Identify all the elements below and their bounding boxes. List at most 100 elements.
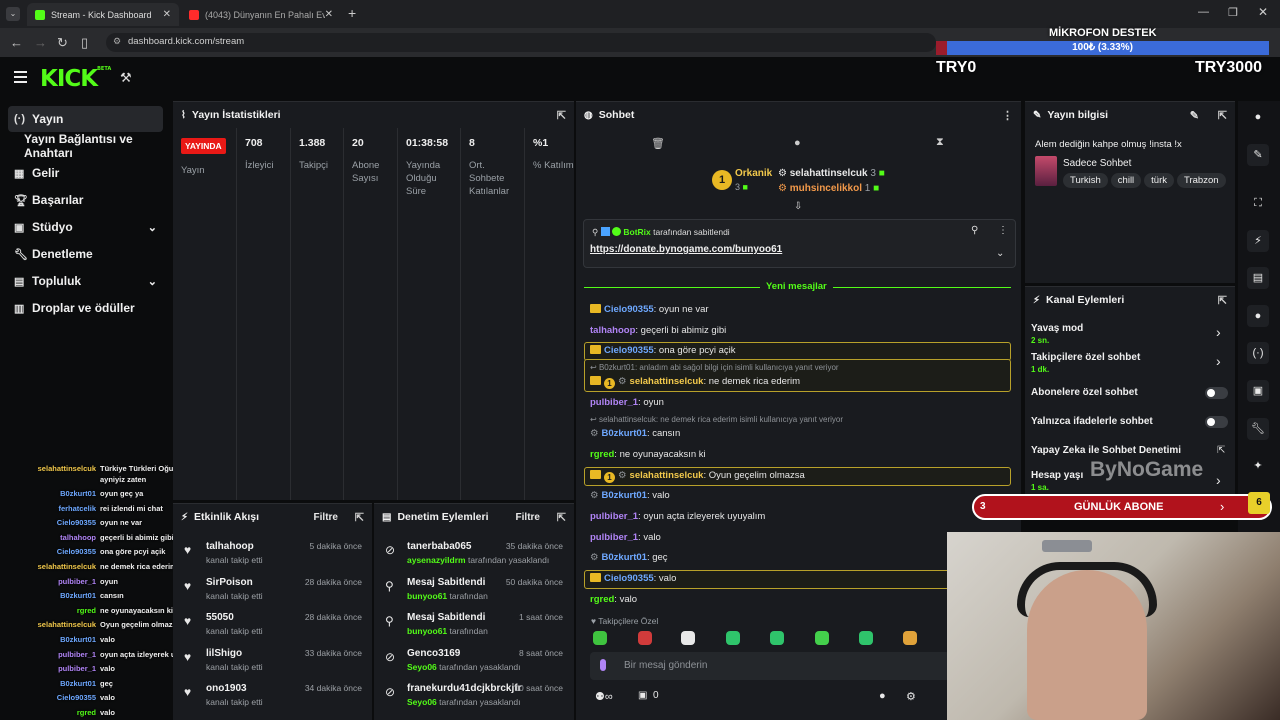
emote-icon[interactable] bbox=[726, 631, 740, 645]
chat-username[interactable]: B0zkurt01 bbox=[602, 490, 647, 501]
hourglass-icon[interactable]: ⧗ bbox=[936, 136, 944, 149]
emotes-only-toggle[interactable] bbox=[1205, 416, 1228, 428]
chat-username[interactable]: selahattinselcuk bbox=[630, 470, 704, 481]
chat-message[interactable]: rgred: valo bbox=[590, 594, 637, 605]
tab-kick-dashboard[interactable]: Stream - Kick Dashboard ✕ bbox=[27, 3, 179, 26]
info-icon[interactable]: ● bbox=[1247, 106, 1269, 128]
sidebar-item-denetleme[interactable]: 🔧︎ Denetleme bbox=[8, 241, 163, 267]
chat-message[interactable]: pulbiber_1: oyun açta izleyerek uyuyalım bbox=[590, 511, 765, 522]
emote-icon[interactable] bbox=[593, 631, 607, 645]
emote-icon[interactable] bbox=[770, 631, 784, 645]
chat-username[interactable]: rgred bbox=[590, 449, 614, 460]
filter-button[interactable]: Filtre bbox=[516, 512, 540, 523]
hamburger-menu-icon[interactable] bbox=[14, 71, 27, 83]
tag[interactable]: Turkish bbox=[1063, 173, 1108, 188]
emote-icon[interactable] bbox=[638, 631, 652, 645]
popout-icon[interactable]: ⇱ bbox=[355, 511, 364, 524]
chat-message[interactable]: 1 ⚙ selahattinselcuk: ne demek rica ederim bbox=[590, 376, 800, 389]
wrench-icon[interactable]: 🔧︎ bbox=[1247, 418, 1269, 440]
popout-icon[interactable]: ⇱ bbox=[557, 511, 566, 524]
tab-menu-chevron-icon[interactable]: ⌄ bbox=[6, 7, 20, 21]
chat-username[interactable]: pulbiber_1 bbox=[590, 511, 638, 522]
viewer-count[interactable]: ▣ 0 bbox=[638, 690, 659, 701]
chat-message[interactable]: Cielo90355: oyun ne var bbox=[590, 304, 709, 315]
sidepanel-icon[interactable]: ▯ bbox=[81, 35, 88, 51]
account-age-setting[interactable]: Hesap yaşı 1 sa. bbox=[1031, 470, 1083, 492]
tag[interactable]: Trabzon bbox=[1177, 173, 1226, 188]
sidebar-item-topluluk[interactable]: ▤ Topluluk ⌄ bbox=[8, 268, 163, 294]
chevron-right-icon[interactable]: › bbox=[1216, 472, 1221, 488]
reload-icon[interactable]: ↻ bbox=[57, 35, 68, 51]
forward-arrow-icon[interactable]: → bbox=[34, 35, 47, 50]
chat-icon[interactable]: ● bbox=[1247, 305, 1269, 327]
chevron-right-icon[interactable]: › bbox=[1216, 353, 1221, 369]
moderation-item[interactable]: ⊘ franekurdu41dcjkbrckjfr Seyo06 tarafında… bbox=[385, 683, 563, 707]
top-chatter-3[interactable]: ⚙ muhsincelikkol 1 ■ bbox=[778, 183, 879, 194]
broadcast-icon[interactable]: (·) bbox=[1247, 342, 1269, 364]
clipboard-icon[interactable]: ▤ bbox=[1247, 267, 1269, 289]
chat-username[interactable]: talhahoop bbox=[590, 325, 635, 336]
chat-username[interactable]: Cielo90355 bbox=[604, 304, 654, 315]
sidebar-item-studyo[interactable]: ▣ Stüdyo ⌄ bbox=[8, 214, 163, 240]
filter-button[interactable]: Filtre bbox=[314, 512, 338, 523]
popout-icon[interactable]: ⇱ bbox=[1218, 109, 1227, 122]
reply-context[interactable]: ↩ selahattinselcuk: ne demek rica ederim… bbox=[590, 415, 843, 424]
kick-logo[interactable]: KICKBETA bbox=[40, 66, 111, 92]
moderation-item[interactable]: ⚲ Mesaj Sabitlendi bunyoo61 tarafından 50 d… bbox=[385, 577, 563, 601]
tag[interactable]: türk bbox=[1144, 173, 1175, 188]
chat-message[interactable]: ⚙ B0zkurt01: valo bbox=[590, 490, 670, 501]
chat-message[interactable]: ⚙ B0zkurt01: cansın bbox=[590, 428, 680, 439]
external-link-icon[interactable]: ⇱ bbox=[1217, 445, 1225, 456]
followers-only-setting[interactable]: Takipçilere özel sohbet 1 dk. bbox=[1031, 352, 1140, 374]
emote-icon[interactable] bbox=[903, 631, 917, 645]
chat-username[interactable]: Cielo90355 bbox=[604, 573, 654, 584]
back-arrow-icon[interactable]: ← bbox=[10, 35, 23, 50]
chat-message[interactable]: ⚙ B0zkurt01: geç bbox=[590, 552, 668, 563]
tag[interactable]: chill bbox=[1110, 173, 1142, 188]
star-icon[interactable]: ✦ bbox=[1247, 455, 1269, 477]
bolt-icon[interactable]: ⚡︎ bbox=[1247, 230, 1269, 252]
sidebar-item-gelir[interactable]: ▦ Gelir bbox=[8, 160, 163, 186]
chat-message[interactable]: 1 ⚙ selahattinselcuk: Oyun geçelim olmazsa bbox=[590, 470, 805, 483]
top-chatter-2[interactable]: ⚙ selahattinselcuk 3 ■ bbox=[778, 168, 885, 179]
fullscreen-icon[interactable]: ⛶ bbox=[1247, 192, 1269, 214]
chat-message[interactable]: rgred: ne oyunayacaksın ki bbox=[590, 449, 706, 460]
tab-youtube[interactable]: (4043) Dünyanın En Pahalı Evi / ... ✕ bbox=[181, 3, 341, 26]
subscribers-only-toggle[interactable] bbox=[1205, 387, 1228, 399]
chat-username[interactable]: pulbiber_1 bbox=[590, 532, 638, 543]
activity-item[interactable]: ♥ SirPoison kanalı takip etti 28 dakika önc… bbox=[184, 577, 362, 601]
site-info-icon[interactable]: ⚙ bbox=[113, 36, 121, 47]
tools-hammer-icon[interactable]: ⚒ bbox=[120, 70, 132, 86]
media-icon[interactable]: ▣ bbox=[1247, 380, 1269, 402]
chevron-down-icon[interactable]: ⌄ bbox=[996, 248, 1004, 259]
chat-input[interactable]: Bir mesaj gönderin bbox=[590, 652, 950, 680]
sidebar-item-droplar[interactable]: ▥ Droplar ve ödüller bbox=[8, 295, 163, 321]
chat-message[interactable]: talhahoop: geçerli bi abimiz gibi bbox=[590, 325, 726, 336]
activity-item[interactable]: ♥ ono1903 kanalı takip etti 34 dakika önce bbox=[184, 683, 362, 707]
top-chatter-name[interactable]: Orkanik bbox=[735, 168, 772, 179]
activity-item[interactable]: ♥ 55050 kanalı takip etti 28 dakika önce bbox=[184, 612, 362, 636]
new-tab-plus-icon[interactable]: + bbox=[348, 5, 356, 21]
moderation-item[interactable]: ⊘ tanerbaba065 aysenazyildrm tarafından ya… bbox=[385, 541, 563, 565]
chat-username[interactable]: pulbiber_1 bbox=[590, 397, 638, 408]
chat-username[interactable]: B0zkurt01 bbox=[602, 428, 647, 439]
emote-icon[interactable] bbox=[815, 631, 829, 645]
emote-icon[interactable] bbox=[681, 631, 695, 645]
popout-icon[interactable]: ⇱ bbox=[1218, 294, 1227, 307]
chat-message[interactable]: Cielo90355: ona göre pcyi açik bbox=[590, 345, 736, 356]
chat-username[interactable]: rgred bbox=[590, 594, 614, 605]
popout-icon[interactable]: ⇱ bbox=[557, 109, 566, 122]
gear-icon[interactable]: ⚙ bbox=[906, 690, 916, 703]
close-window-icon[interactable]: ✕ bbox=[1258, 5, 1268, 19]
more-vertical-icon[interactable]: ⋮ bbox=[1002, 109, 1013, 122]
close-tab-icon[interactable]: ✕ bbox=[163, 9, 171, 20]
more-vertical-icon[interactable]: ⋮ bbox=[998, 225, 1008, 236]
reply-context[interactable]: ↩ B0zkurt01: anladım abi sağol bilgi içi… bbox=[590, 363, 839, 372]
moderation-item[interactable]: ⊘ Genco3169 Seyo06 tarafından yasaklandı 8 … bbox=[385, 648, 563, 672]
sidebar-item-stream-key[interactable]: Yayın Bağlantısı ve Anahtarı bbox=[8, 132, 163, 160]
collapse-arrow-icon[interactable]: ⇩ bbox=[794, 201, 802, 212]
chat-message[interactable]: Cielo90355: valo bbox=[590, 573, 676, 584]
sidebar-item-yayin[interactable]: (·) Yayın bbox=[8, 106, 163, 132]
category-thumbnail[interactable] bbox=[1035, 156, 1057, 186]
users-infinity-icon[interactable]: ⚉∞ bbox=[595, 690, 613, 703]
